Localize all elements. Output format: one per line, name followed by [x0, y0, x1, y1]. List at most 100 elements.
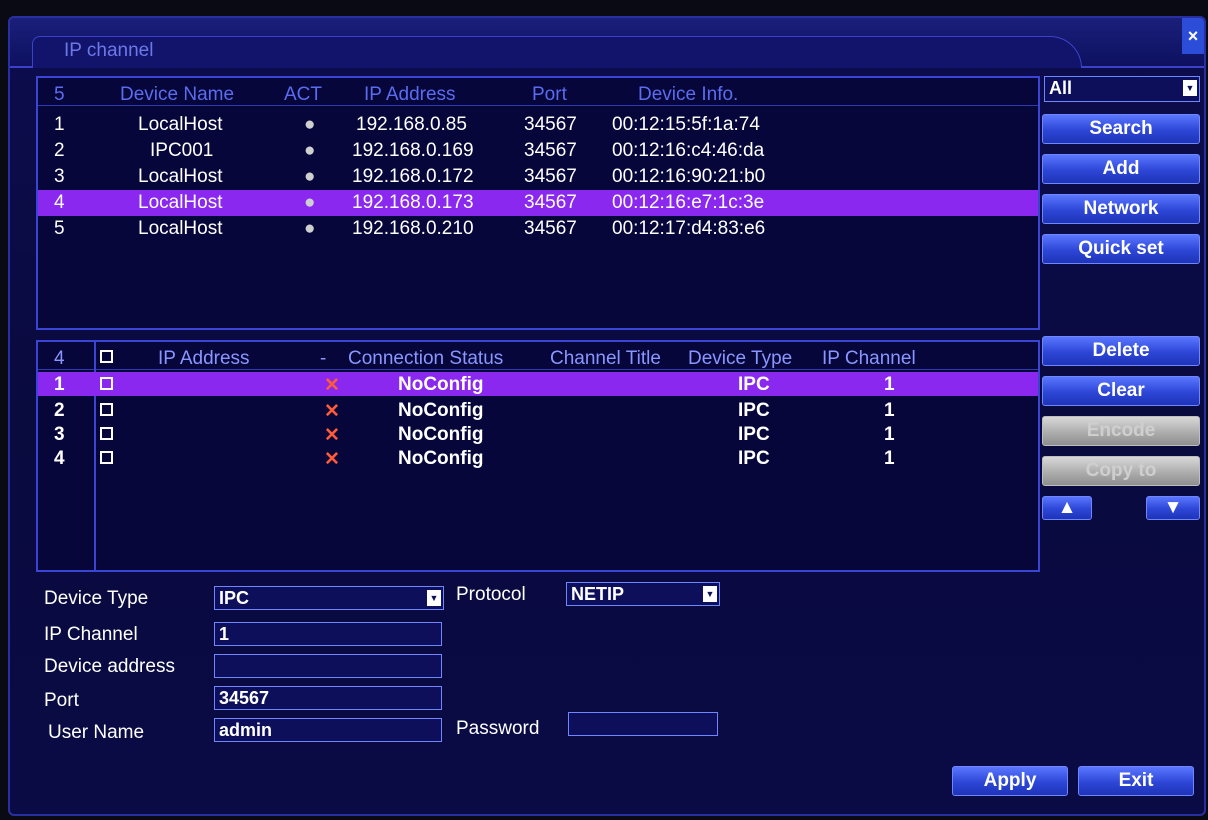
- password-field[interactable]: [568, 712, 718, 736]
- device-info: 00:12:16:c4:46:da: [612, 140, 765, 161]
- filter-dropdown[interactable]: All ▼: [1044, 76, 1200, 102]
- col-channel-title[interactable]: Channel Title: [550, 348, 661, 370]
- device-type-label: Device Type: [44, 588, 149, 609]
- device-info: 00:12:17:d4:83:e6: [612, 218, 766, 239]
- chevron-down-icon: ▼: [427, 590, 441, 606]
- encode-button[interactable]: Encode: [1042, 416, 1200, 446]
- ip-channel: 1: [884, 424, 895, 445]
- filter-value: All: [1049, 78, 1073, 98]
- row-checkbox[interactable]: [100, 451, 113, 464]
- ip-channel-field[interactable]: 1: [214, 622, 442, 646]
- channel-row[interactable]: 4 ✕ NoConfig IPC 1: [38, 446, 1038, 470]
- password-label: Password: [456, 718, 540, 739]
- device-address-label: Device address: [44, 656, 175, 677]
- col-device-info[interactable]: Device Info.: [638, 84, 738, 106]
- channel-row[interactable]: 3 ✕ NoConfig IPC 1: [38, 422, 1038, 446]
- bulb-icon: ●: [304, 166, 316, 187]
- device-row-selected[interactable]: 4 LocalHost ● 192.168.0.173 34567 00:12:…: [38, 190, 1038, 216]
- protocol-dropdown[interactable]: NETIP ▼: [566, 582, 720, 606]
- title-tab: [32, 36, 1082, 68]
- device-list-table: 5 Device Name ACT IP Address Port Device…: [36, 76, 1040, 330]
- delete-button[interactable]: Delete: [1042, 336, 1200, 366]
- device-ip: 192.168.0.172: [352, 166, 474, 187]
- device-ip: 192.168.0.210: [352, 218, 474, 239]
- connection-status: NoConfig: [398, 400, 484, 421]
- device-type: IPC: [738, 400, 770, 421]
- device-name: LocalHost: [138, 114, 223, 135]
- error-x-icon: ✕: [324, 375, 340, 396]
- copy-to-button[interactable]: Copy to: [1042, 456, 1200, 486]
- col-connection-status[interactable]: Connection Status: [348, 348, 503, 370]
- row-number: 2: [54, 400, 65, 421]
- row-number: 5: [54, 218, 65, 239]
- connection-status: NoConfig: [398, 374, 484, 395]
- device-name: IPC001: [150, 140, 214, 161]
- channel-row[interactable]: 2 ✕ NoConfig IPC 1: [38, 398, 1038, 422]
- bulb-icon: ●: [304, 218, 316, 239]
- device-port: 34567: [524, 140, 577, 161]
- network-button[interactable]: Network: [1042, 194, 1200, 224]
- col-device-type[interactable]: Device Type: [688, 348, 792, 370]
- device-ip: 192.168.0.85: [356, 114, 467, 135]
- col-device-name[interactable]: Device Name: [120, 84, 234, 106]
- port-field[interactable]: 34567: [214, 686, 442, 710]
- device-type: IPC: [738, 424, 770, 445]
- device-row[interactable]: 2 IPC001 ● 192.168.0.169 34567 00:12:16:…: [38, 138, 1038, 164]
- channel-list-table: 4 IP Address - Connection Status Channel…: [36, 340, 1040, 572]
- bulb-icon: ●: [304, 192, 316, 213]
- device-type-dropdown[interactable]: IPC ▼: [214, 586, 444, 610]
- device-info: 00:12:15:5f:1a:74: [612, 114, 760, 135]
- clear-button[interactable]: Clear: [1042, 376, 1200, 406]
- col-ip-address[interactable]: IP Address: [364, 84, 456, 106]
- col-ip-address[interactable]: IP Address: [158, 348, 250, 370]
- device-address-field[interactable]: [214, 654, 442, 678]
- ip-channel-window: IP channel × 5 Device Name ACT IP Addres…: [8, 16, 1206, 816]
- protocol-label: Protocol: [456, 584, 526, 605]
- device-port: 34567: [524, 192, 577, 213]
- row-number: 1: [54, 114, 65, 135]
- channel-row-selected[interactable]: 1 ✕ NoConfig IPC 1: [38, 372, 1038, 396]
- row-number: 3: [54, 424, 65, 445]
- col-act[interactable]: ACT: [284, 84, 322, 106]
- arrow-up-icon: ▲: [1057, 497, 1077, 518]
- user-name-label: User Name: [48, 722, 145, 743]
- row-checkbox[interactable]: [100, 427, 113, 440]
- apply-button[interactable]: Apply: [952, 766, 1068, 796]
- row-number: 4: [54, 448, 65, 469]
- row-checkbox[interactable]: [100, 403, 113, 416]
- device-row[interactable]: 1 LocalHost ● 192.168.0.85 34567 00:12:1…: [38, 112, 1038, 138]
- device-type-value: IPC: [219, 588, 250, 608]
- ip-channel-label: IP Channel: [44, 624, 138, 645]
- device-row[interactable]: 5 LocalHost ● 192.168.0.210 34567 00:12:…: [38, 216, 1038, 242]
- row-number: 3: [54, 166, 65, 187]
- move-down-button[interactable]: ▼: [1146, 496, 1200, 520]
- col-ip-channel[interactable]: IP Channel: [822, 348, 916, 370]
- move-up-button[interactable]: ▲: [1042, 496, 1092, 520]
- bulb-icon: ●: [304, 140, 316, 161]
- ip-channel: 1: [884, 374, 895, 395]
- arrow-down-icon: ▼: [1163, 497, 1183, 518]
- channel-table-header-row: 4 IP Address - Connection Status Channel…: [38, 346, 1038, 372]
- row-number: 2: [54, 140, 65, 161]
- bulb-icon: ●: [304, 114, 316, 135]
- user-name-field[interactable]: admin: [214, 718, 442, 742]
- exit-button[interactable]: Exit: [1078, 766, 1194, 796]
- title-bar: IP channel ×: [10, 18, 1204, 68]
- connection-status: NoConfig: [398, 424, 484, 445]
- device-row[interactable]: 3 LocalHost ● 192.168.0.172 34567 00:12:…: [38, 164, 1038, 190]
- device-port: 34567: [524, 166, 577, 187]
- col-port[interactable]: Port: [532, 84, 567, 106]
- row-checkbox[interactable]: [100, 377, 113, 390]
- row-number: 1: [54, 374, 65, 395]
- quick-set-button[interactable]: Quick set: [1042, 234, 1200, 264]
- device-name: LocalHost: [138, 192, 223, 213]
- window-title: IP channel: [64, 40, 154, 61]
- chevron-down-icon: ▼: [1183, 80, 1197, 96]
- close-button[interactable]: ×: [1182, 18, 1204, 54]
- ip-channel: 1: [884, 448, 895, 469]
- add-button[interactable]: Add: [1042, 154, 1200, 184]
- search-button[interactable]: Search: [1042, 114, 1200, 144]
- port-label: Port: [44, 690, 79, 711]
- col-dash[interactable]: -: [320, 348, 326, 370]
- select-all-checkbox[interactable]: [100, 350, 113, 363]
